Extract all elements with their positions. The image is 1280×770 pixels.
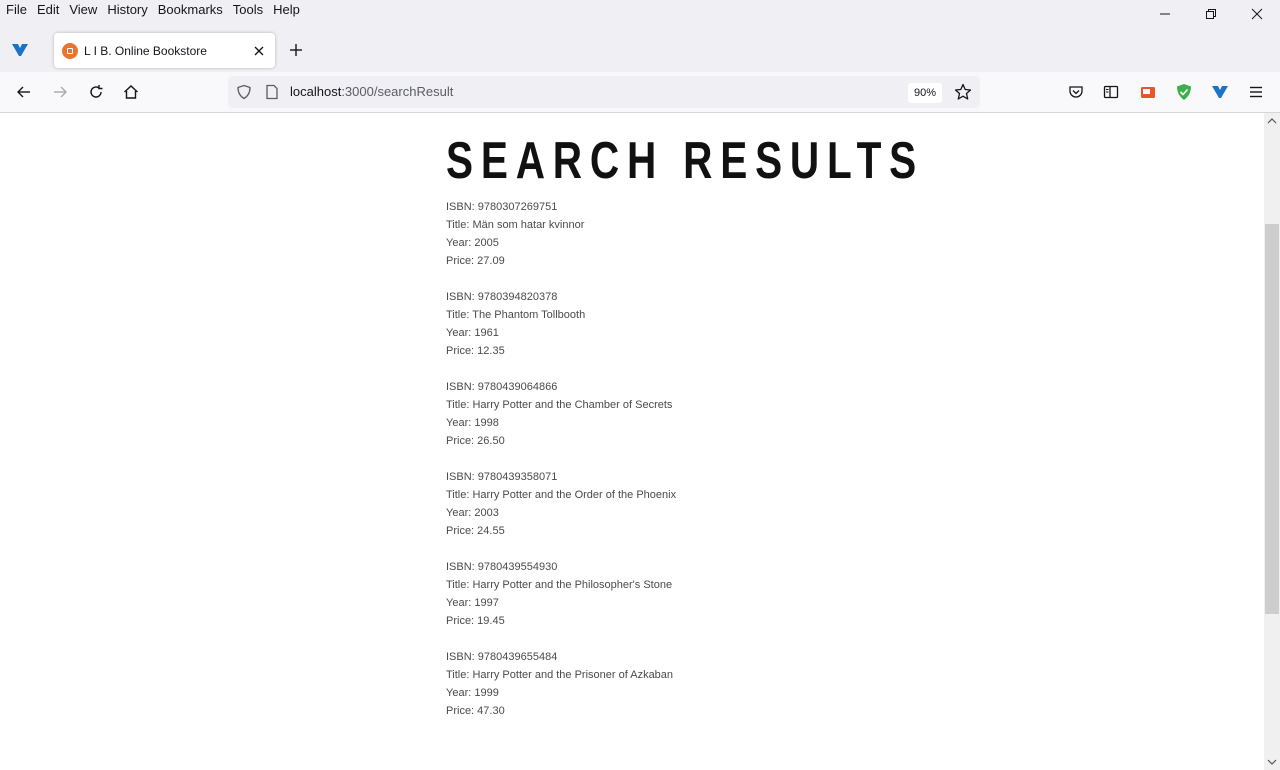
back-button[interactable]	[10, 78, 38, 106]
plus-icon	[290, 44, 302, 56]
book-entry: ISBN: 9780439064866 Title: Harry Potter …	[446, 379, 676, 451]
close-window-button[interactable]	[1234, 0, 1280, 28]
menu-file[interactable]: File	[0, 0, 32, 22]
page-icon	[266, 84, 278, 100]
page-content: SEARCH RESULTS ISBN: 9780307269751 Title…	[0, 113, 1264, 770]
book-title: Title: The Phantom Tollbooth	[446, 309, 586, 321]
pocket-button[interactable]	[1062, 78, 1090, 106]
new-tab-button[interactable]	[284, 38, 308, 62]
book-title: Title: Harry Potter and the Order of the…	[446, 489, 677, 501]
book-year: Year: 2003	[446, 507, 499, 519]
url-host: localhost	[290, 84, 342, 99]
hamburger-menu-icon	[1250, 86, 1262, 98]
sidebar-icon	[1103, 85, 1119, 99]
shield-icon	[237, 84, 251, 100]
pocket-icon	[1069, 86, 1083, 98]
back-arrow-icon	[17, 86, 30, 98]
scroll-thumb[interactable]	[1265, 224, 1279, 614]
home-icon	[124, 85, 138, 99]
page-scrollbar[interactable]	[1264, 113, 1280, 770]
book-isbn: ISBN: 9780439554930	[446, 561, 558, 573]
zoom-level-button[interactable]: 90%	[908, 83, 942, 103]
chevron-up-icon	[1267, 118, 1277, 124]
shield-extension-icon	[1177, 84, 1191, 100]
book-isbn: ISBN: 9780439064866	[446, 381, 558, 393]
book-title: Title: Harry Potter and the Philosopher'…	[446, 579, 673, 591]
book-price: Price: 47.30	[446, 705, 505, 717]
close-icon	[1251, 8, 1263, 20]
url-bar[interactable]: localhost:3000/searchResult 90%	[228, 76, 980, 108]
minimize-button[interactable]	[1142, 0, 1188, 28]
sidebar-button[interactable]	[1097, 78, 1125, 106]
book-price: Price: 27.09	[446, 255, 505, 267]
extension-icon	[1141, 87, 1155, 98]
tab-pin-icon	[12, 44, 28, 56]
pinned-extension-button[interactable]	[1206, 78, 1234, 106]
menu-edit[interactable]: Edit	[32, 0, 64, 22]
scroll-down-button[interactable]	[1264, 754, 1280, 770]
book-entry: ISBN: 9780394820378 Title: The Phantom T…	[446, 289, 676, 361]
book-year: Year: 2005	[446, 237, 499, 249]
book-year: Year: 1999	[446, 687, 499, 699]
book-title: Title: Män som hatar kvinnor	[446, 219, 585, 231]
tab-title: L I B. Online Bookstore	[84, 43, 207, 58]
close-icon	[254, 46, 264, 55]
navigation-toolbar: localhost:3000/searchResult 90%	[0, 72, 1280, 113]
restore-button[interactable]	[1188, 0, 1234, 28]
book-isbn: ISBN: 9780439358071	[446, 471, 558, 483]
minimize-icon	[1160, 13, 1170, 15]
menu-tools[interactable]: Tools	[228, 0, 268, 22]
star-icon	[954, 83, 972, 100]
url-text[interactable]: localhost:3000/searchResult	[290, 84, 453, 99]
chevron-down-icon	[1267, 759, 1277, 765]
book-year: Year: 1997	[446, 597, 499, 609]
search-results-list: ISBN: 9780307269751 Title: Män som hatar…	[446, 199, 676, 739]
window-controls	[1142, 0, 1280, 30]
bookmark-button[interactable]	[952, 81, 974, 103]
book-isbn: ISBN: 9780394820378	[446, 291, 558, 303]
menu-view[interactable]: View	[64, 0, 102, 22]
book-title: Title: Harry Potter and the Chamber of S…	[446, 399, 673, 411]
site-info-button[interactable]	[262, 82, 282, 102]
tab-close-button[interactable]	[247, 39, 271, 63]
url-path: :3000/searchResult	[341, 84, 454, 99]
book-entry: ISBN: 9780439554930 Title: Harry Potter …	[446, 559, 676, 631]
bookstore-favicon-icon	[62, 42, 78, 59]
app-menu-button[interactable]	[1242, 78, 1270, 106]
security-extension-button[interactable]	[1170, 78, 1198, 106]
reload-icon	[90, 85, 103, 98]
tracking-protection-button[interactable]	[234, 82, 254, 102]
book-title: Title: Harry Potter and the Prisoner of …	[446, 669, 674, 681]
home-button[interactable]	[117, 78, 145, 106]
book-entry: ISBN: 9780439358071 Title: Harry Potter …	[446, 469, 676, 541]
book-isbn: ISBN: 9780439655484	[446, 651, 558, 663]
restore-icon	[1206, 9, 1216, 19]
book-entry: ISBN: 9780307269751 Title: Män som hatar…	[446, 199, 676, 271]
tab-bookstore[interactable]: L I B. Online Bookstore	[54, 33, 275, 68]
book-price: Price: 24.55	[446, 525, 505, 537]
scroll-up-button[interactable]	[1264, 113, 1280, 129]
pinned-extension[interactable]	[8, 34, 32, 66]
book-year: Year: 1961	[446, 327, 499, 339]
menu-help[interactable]: Help	[268, 0, 305, 22]
menu-bar: File Edit View History Bookmarks Tools H…	[0, 0, 1280, 22]
book-isbn: ISBN: 9780307269751	[446, 201, 558, 213]
page-title: SEARCH RESULTS	[446, 132, 925, 190]
tab-bar: L I B. Online Bookstore	[0, 30, 1280, 70]
menu-bookmarks[interactable]: Bookmarks	[153, 0, 228, 22]
extension-logo-icon	[1212, 86, 1228, 98]
book-year: Year: 1998	[446, 417, 499, 429]
menu-history[interactable]: History	[102, 0, 152, 22]
book-price: Price: 26.50	[446, 435, 505, 447]
reload-button[interactable]	[82, 78, 110, 106]
forward-button[interactable]	[46, 78, 74, 106]
forward-arrow-icon	[54, 86, 67, 98]
book-price: Price: 19.45	[446, 615, 505, 627]
screenshot-extension-button[interactable]	[1134, 78, 1162, 106]
book-entry: ISBN: 9780439655484 Title: Harry Potter …	[446, 649, 676, 721]
book-price: Price: 12.35	[446, 345, 505, 357]
